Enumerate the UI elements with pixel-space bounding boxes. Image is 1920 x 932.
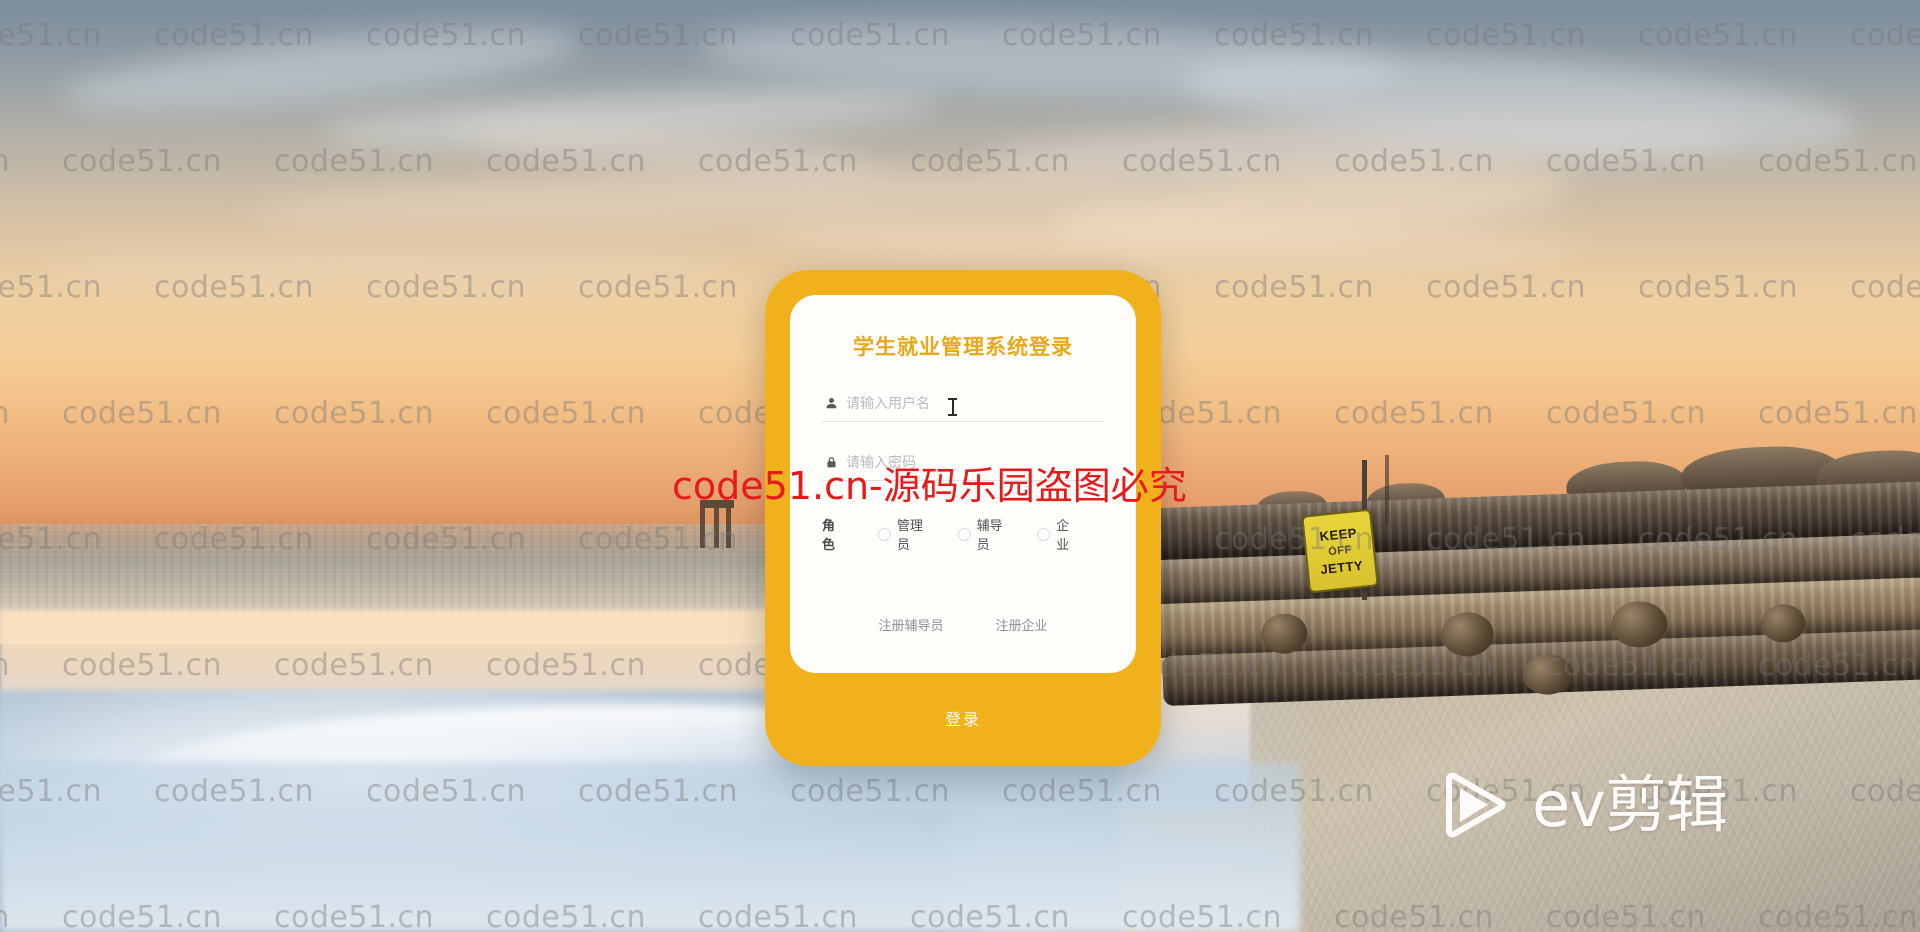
screen: KEEP OFF JETTY code51.cncode51.cncode51.…	[0, 0, 1920, 932]
page-title: 学生就业管理系统登录	[853, 336, 1073, 359]
sign-line-3: JETTY	[1319, 557, 1364, 578]
keep-off-jetty-sign: KEEP OFF JETTY	[1301, 508, 1379, 594]
login-button[interactable]: 登录	[765, 688, 1161, 748]
username-field[interactable]	[822, 389, 1104, 422]
register-links: 注册辅导员 注册企业	[822, 615, 1104, 634]
role-label: 角色	[822, 518, 836, 552]
radio-circle-icon[interactable]	[957, 527, 971, 541]
post	[1385, 455, 1389, 525]
role-option-label: 管理员	[896, 518, 923, 552]
login-card: 学生就业管理系统登录 角色	[765, 270, 1161, 766]
sign-line-1: KEEP	[1318, 525, 1358, 545]
role-radio-enterprise[interactable]: 企业	[1037, 515, 1082, 553]
role-radio-admin[interactable]: 管理员	[877, 515, 936, 553]
ev-logo-text: ev剪辑	[1532, 768, 1728, 841]
text-cursor	[948, 398, 957, 416]
wooden-jetty	[1136, 441, 1920, 738]
ev-editor-watermark: ev剪辑	[1440, 768, 1728, 842]
role-radio-counselor[interactable]: 辅导员	[957, 515, 1016, 553]
sea-foam	[0, 762, 1300, 932]
username-input[interactable]	[846, 393, 1102, 413]
piracy-warning-watermark: code51.cn-源码乐园盗图必究	[672, 464, 1187, 508]
role-option-label: 辅导员	[976, 518, 1003, 552]
role-selector: 角色 管理员 辅导员 企业	[822, 515, 1104, 553]
sign-line-2: OFF	[1327, 543, 1353, 559]
role-option-label: 企业	[1056, 518, 1070, 552]
cloud	[40, 250, 740, 290]
register-counselor-link[interactable]: 注册辅导员	[878, 615, 943, 634]
play-triangle-icon	[1440, 768, 1514, 842]
radio-circle-icon[interactable]	[877, 527, 891, 541]
user-icon	[824, 396, 838, 410]
register-enterprise-link[interactable]: 注册企业	[996, 615, 1048, 634]
radio-circle-icon[interactable]	[1037, 527, 1051, 541]
